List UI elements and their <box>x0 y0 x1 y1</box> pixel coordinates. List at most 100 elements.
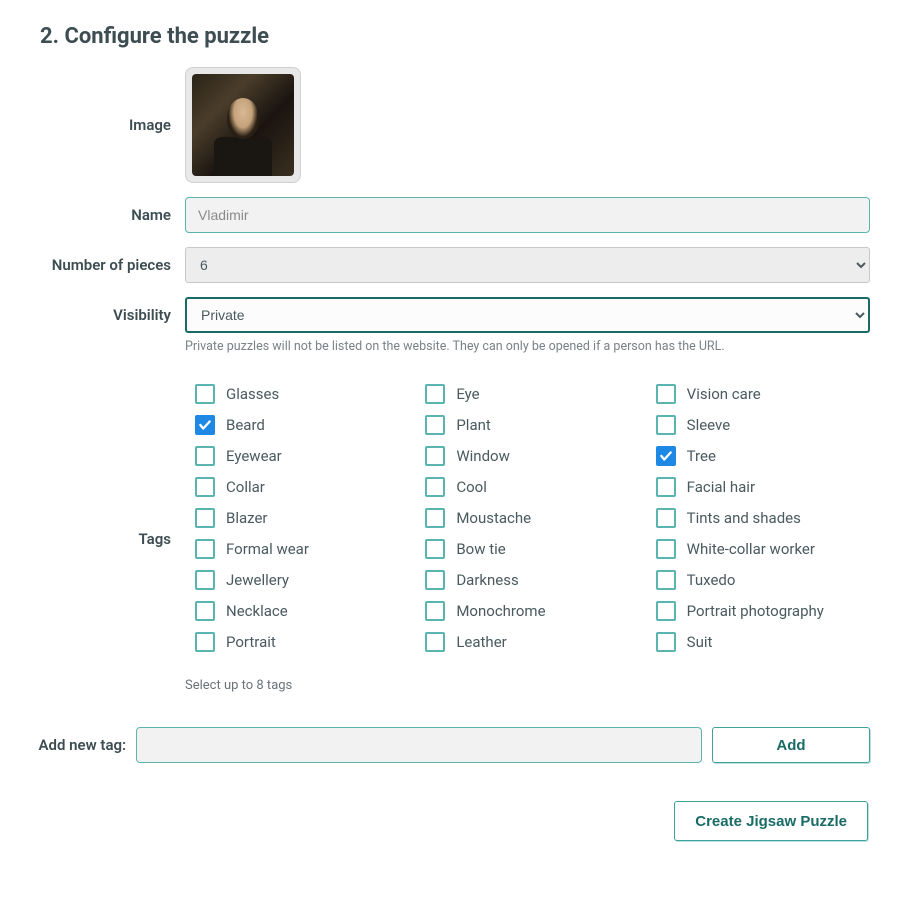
tag-checkbox[interactable] <box>425 415 445 435</box>
tag-checkbox[interactable] <box>195 477 215 497</box>
tag-item: Suit <box>656 632 870 652</box>
tag-label[interactable]: Eye <box>456 385 479 403</box>
create-puzzle-button[interactable]: Create Jigsaw Puzzle <box>674 801 868 841</box>
image-thumbnail[interactable] <box>185 67 301 183</box>
tag-label[interactable]: Plant <box>456 416 490 434</box>
tag-label[interactable]: Tints and shades <box>687 509 801 527</box>
tag-label[interactable]: Beard <box>226 416 265 434</box>
row-pieces: Number of pieces 6 <box>30 247 870 283</box>
tag-label[interactable]: Moustache <box>456 509 531 527</box>
tag-item: Necklace <box>195 601 409 621</box>
tag-item: Monochrome <box>425 601 639 621</box>
tag-item: Jewellery <box>195 570 409 590</box>
name-input[interactable] <box>185 197 870 233</box>
field-image <box>185 67 870 183</box>
tag-checkbox[interactable] <box>195 384 215 404</box>
section-heading: 2. Configure the puzzle <box>40 24 870 49</box>
label-add-tag: Add new tag: <box>30 736 136 754</box>
tag-checkbox[interactable] <box>195 415 215 435</box>
tag-item: Portrait <box>195 632 409 652</box>
tag-label[interactable]: Tuxedo <box>687 571 736 589</box>
tag-checkbox[interactable] <box>656 446 676 466</box>
tag-label[interactable]: Cool <box>456 478 487 496</box>
tag-checkbox[interactable] <box>425 446 445 466</box>
tag-item: Portrait photography <box>656 601 870 621</box>
row-tags: Tags Glasses Beard Eyewear Collar Blazer Form… <box>30 380 870 693</box>
label-image: Image <box>30 116 185 134</box>
tag-label[interactable]: Monochrome <box>456 602 545 620</box>
tag-item: Vision care <box>656 384 870 404</box>
row-add-tag: Add new tag: Add <box>30 727 870 763</box>
tag-label[interactable]: Necklace <box>226 602 288 620</box>
tag-item: Eyewear <box>195 446 409 466</box>
tag-item: Glasses <box>195 384 409 404</box>
tag-checkbox[interactable] <box>195 508 215 528</box>
tag-checkbox[interactable] <box>656 632 676 652</box>
tag-checkbox[interactable] <box>425 632 445 652</box>
tag-label[interactable]: Collar <box>226 478 265 496</box>
visibility-helper: Private puzzles will not be listed on th… <box>185 339 870 354</box>
tag-checkbox[interactable] <box>656 601 676 621</box>
tag-checkbox[interactable] <box>656 508 676 528</box>
tag-label[interactable]: Portrait <box>226 633 276 651</box>
tag-checkbox[interactable] <box>656 415 676 435</box>
label-tags: Tags <box>30 380 185 548</box>
tag-checkbox[interactable] <box>425 477 445 497</box>
tag-checkbox[interactable] <box>425 508 445 528</box>
tag-label[interactable]: Suit <box>687 633 713 651</box>
tag-item: White-collar worker <box>656 539 870 559</box>
tag-checkbox[interactable] <box>195 446 215 466</box>
tag-checkbox[interactable] <box>195 539 215 559</box>
tag-item: Facial hair <box>656 477 870 497</box>
tag-item: Cool <box>425 477 639 497</box>
tag-checkbox[interactable] <box>425 384 445 404</box>
tag-item: Formal wear <box>195 539 409 559</box>
row-name: Name <box>30 197 870 233</box>
tag-label[interactable]: Leather <box>456 633 506 651</box>
tag-checkbox[interactable] <box>195 601 215 621</box>
tag-checkbox[interactable] <box>195 632 215 652</box>
tag-label[interactable]: Facial hair <box>687 478 755 496</box>
tags-grid: Glasses Beard Eyewear Collar Blazer Formal we… <box>185 380 870 652</box>
add-button[interactable]: Add <box>712 727 870 763</box>
tag-item: Beard <box>195 415 409 435</box>
tag-item: Collar <box>195 477 409 497</box>
configure-puzzle-form: 2. Configure the puzzle Image Name Numbe… <box>0 0 900 881</box>
tag-label[interactable]: Eyewear <box>226 447 282 465</box>
tag-item: Bow tie <box>425 539 639 559</box>
tag-item: Moustache <box>425 508 639 528</box>
tag-item: Leather <box>425 632 639 652</box>
tag-label[interactable]: Sleeve <box>687 416 731 434</box>
tag-checkbox[interactable] <box>656 570 676 590</box>
tag-checkbox[interactable] <box>425 539 445 559</box>
tag-checkbox[interactable] <box>425 570 445 590</box>
tag-checkbox[interactable] <box>195 570 215 590</box>
tag-item: Sleeve <box>656 415 870 435</box>
tags-note: Select up to 8 tags <box>185 678 870 693</box>
tag-item: Plant <box>425 415 639 435</box>
tag-label[interactable]: Jewellery <box>226 571 289 589</box>
tag-label[interactable]: Window <box>456 447 510 465</box>
tag-label[interactable]: Portrait photography <box>687 602 824 620</box>
tag-label[interactable]: Darkness <box>456 571 518 589</box>
tag-label[interactable]: Formal wear <box>226 540 309 558</box>
tag-item: Tuxedo <box>656 570 870 590</box>
tag-checkbox[interactable] <box>656 384 676 404</box>
tag-checkbox[interactable] <box>425 601 445 621</box>
tag-item: Window <box>425 446 639 466</box>
tag-checkbox[interactable] <box>656 539 676 559</box>
pieces-select[interactable]: 6 <box>185 247 870 283</box>
tag-checkbox[interactable] <box>656 477 676 497</box>
tag-label[interactable]: Bow tie <box>456 540 505 558</box>
tag-label[interactable]: Blazer <box>226 509 268 527</box>
label-visibility: Visibility <box>30 306 185 324</box>
tag-item: Tree <box>656 446 870 466</box>
tag-item: Tints and shades <box>656 508 870 528</box>
tag-label[interactable]: Tree <box>687 447 716 465</box>
tag-label[interactable]: Vision care <box>687 385 761 403</box>
visibility-select[interactable]: Private <box>185 297 870 333</box>
add-tag-input[interactable] <box>136 727 702 763</box>
tag-label[interactable]: White-collar worker <box>687 540 815 558</box>
label-pieces: Number of pieces <box>30 256 185 274</box>
tag-label[interactable]: Glasses <box>226 385 279 403</box>
